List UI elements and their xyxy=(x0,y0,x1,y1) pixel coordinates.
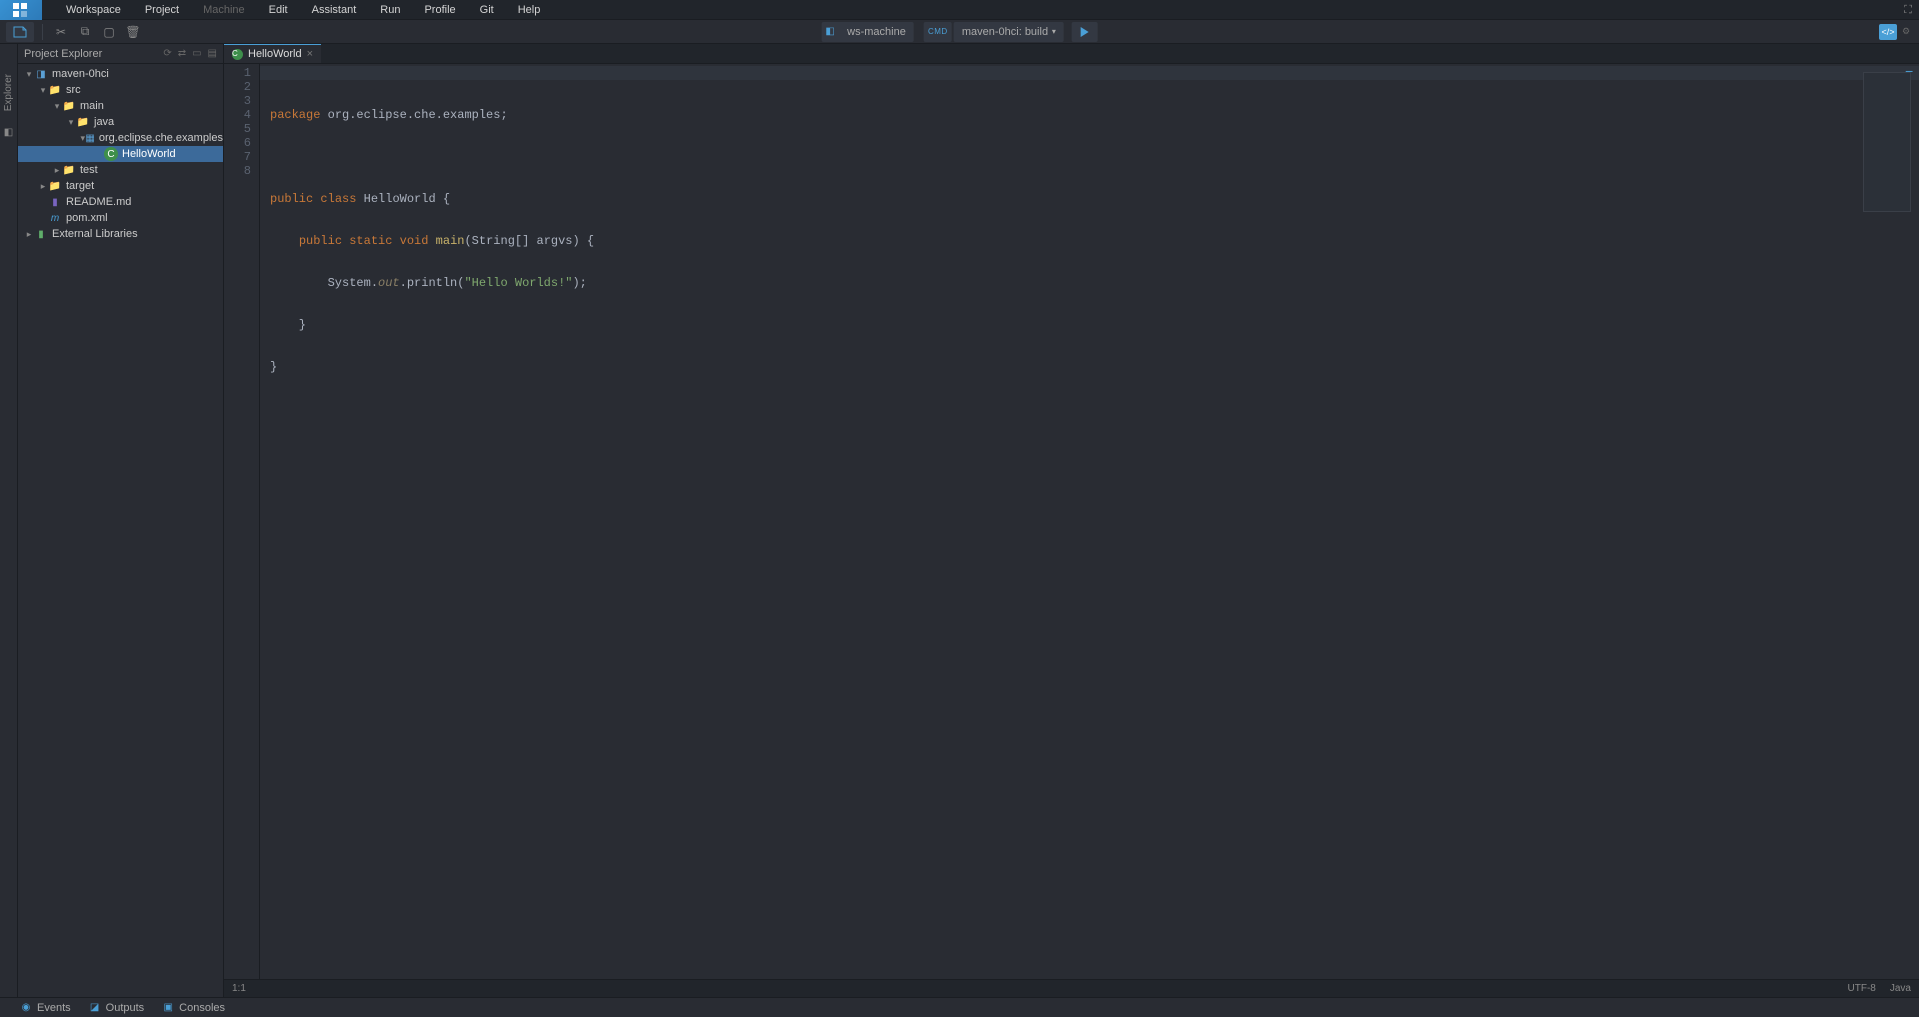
code-editor[interactable]: 12345678 package org.eclipse.che.example… xyxy=(224,64,1919,979)
file-language[interactable]: Java xyxy=(1890,983,1911,994)
tree-label: External Libraries xyxy=(52,228,138,240)
machine-selector[interactable]: ◧ ws-machine xyxy=(821,22,914,42)
perspective-ops-icon[interactable]: ⚙ xyxy=(1897,24,1915,40)
consoles-icon: ▣ xyxy=(162,1002,174,1014)
menu-run[interactable]: Run xyxy=(368,0,412,20)
editor-tabstrip: C HelloWorld × xyxy=(224,44,1919,64)
expand-arrow-icon[interactable]: ▸ xyxy=(52,165,62,176)
file-encoding[interactable]: UTF-8 xyxy=(1848,983,1876,994)
tree-row[interactable]: ▸▮ External Libraries xyxy=(18,226,223,242)
menu-workspace[interactable]: Workspace xyxy=(54,0,133,20)
tree-row[interactable]: ▮ README.md xyxy=(18,194,223,210)
command-selected-label: maven-0hci: build xyxy=(962,26,1048,38)
menu-edit[interactable]: Edit xyxy=(257,0,300,20)
link-editor-icon[interactable]: ⇄ xyxy=(178,48,186,59)
menu-git[interactable]: Git xyxy=(468,0,506,20)
command-selector[interactable]: maven-0hci: build ▾ xyxy=(954,22,1064,42)
bottom-panel-strip: ◉ Events ◪ Outputs ▣ Consoles xyxy=(0,997,1919,1017)
tree-row[interactable]: m pom.xml xyxy=(18,210,223,226)
folder-icon: 📁 xyxy=(62,163,76,177)
expand-arrow-icon[interactable]: ▾ xyxy=(52,101,62,112)
tree-row[interactable]: ▾📁 src xyxy=(18,82,223,98)
machine-icon: ◧ xyxy=(821,22,839,42)
events-icon: ◉ xyxy=(20,1002,32,1014)
cut-icon[interactable]: ✂ xyxy=(51,22,71,42)
tree-label: main xyxy=(80,100,104,112)
explorer-rail-label[interactable]: Explorer xyxy=(3,74,14,111)
perspective-dev-icon[interactable]: </> xyxy=(1879,24,1897,40)
folder-icon: 📁 xyxy=(48,179,62,193)
close-icon[interactable]: × xyxy=(307,48,313,60)
editor-area: C HelloWorld × 12345678 package org.ecli… xyxy=(224,44,1919,997)
expand-arrow-icon[interactable]: ▾ xyxy=(24,69,34,80)
menu-help[interactable]: Help xyxy=(506,0,553,20)
class-icon: C xyxy=(232,49,243,60)
editor-tab-label: HelloWorld xyxy=(248,48,302,60)
menu-assistant[interactable]: Assistant xyxy=(300,0,369,20)
tree-row[interactable]: ▾◨ maven-0hci xyxy=(18,66,223,82)
toolbar: ✂ ⧉ ▢ 🗑 ◧ ws-machine CMD maven-0hci: bui… xyxy=(0,20,1919,44)
fullscreen-toggle-icon[interactable]: ⛶ xyxy=(1897,0,1919,20)
che-logo[interactable] xyxy=(0,0,42,20)
expand-arrow-icon[interactable]: ▾ xyxy=(38,85,48,96)
folder-icon: 📁 xyxy=(62,99,76,113)
paste-icon[interactable]: ▢ xyxy=(99,22,119,42)
tree-label: test xyxy=(80,164,98,176)
menubar: Workspace Project Machine Edit Assistant… xyxy=(0,0,1919,20)
menu-profile[interactable]: Profile xyxy=(412,0,467,20)
machine-name: ws-machine xyxy=(839,26,914,38)
folder-icon: 📁 xyxy=(76,115,90,129)
left-rail: Explorer ◧ xyxy=(0,44,18,997)
cursor-position: 1:1 xyxy=(232,983,246,994)
tree-label: README.md xyxy=(66,196,131,208)
editor-statusbar: 1:1 UTF-8 Java xyxy=(224,979,1919,997)
delete-icon[interactable]: 🗑 xyxy=(123,22,143,42)
current-line-highlight xyxy=(260,66,1919,80)
run-command-button[interactable] xyxy=(1072,22,1098,42)
tree-label: pom.xml xyxy=(66,212,108,224)
menu-project[interactable]: Project xyxy=(133,0,191,20)
tree-row[interactable]: ▾▦org.eclipse.che.examples xyxy=(18,130,223,146)
tree-row[interactable]: ▾📁 main xyxy=(18,98,223,114)
editor-tab-helloworld[interactable]: C HelloWorld × xyxy=(224,43,321,63)
outputs-icon: ◪ xyxy=(89,1002,101,1014)
panel-outputs[interactable]: ◪ Outputs xyxy=(89,1002,145,1014)
panel-events[interactable]: ◉ Events xyxy=(20,1002,71,1014)
rail-icon[interactable]: ◧ xyxy=(4,127,13,138)
tree-label: src xyxy=(66,84,81,96)
xml-icon: m xyxy=(48,211,62,225)
explorer-title: Project Explorer xyxy=(24,48,102,60)
tree-label: org.eclipse.che.examples xyxy=(99,132,223,144)
tree-row[interactable]: ▾📁 java xyxy=(18,114,223,130)
minimap[interactable] xyxy=(1863,72,1911,212)
menu-machine: Machine xyxy=(191,0,257,20)
class-icon: C xyxy=(104,147,118,161)
copy-icon[interactable]: ⧉ xyxy=(75,22,95,42)
code-content[interactable]: package org.eclipse.che.examples; public… xyxy=(260,64,1919,979)
tree-row[interactable]: ▸📁 test xyxy=(18,162,223,178)
md-icon: ▮ xyxy=(48,195,62,209)
folder-icon: 📁 xyxy=(48,83,62,97)
collapse-all-icon[interactable]: ▭ xyxy=(192,48,201,59)
command-badge: CMD xyxy=(924,22,952,42)
tree-label: target xyxy=(66,180,94,192)
tree-row[interactable]: ▸📁 target xyxy=(18,178,223,194)
tree-label: HelloWorld xyxy=(122,148,176,160)
tree-row[interactable]: C HelloWorld xyxy=(18,146,223,162)
chevron-down-icon: ▾ xyxy=(1052,27,1056,36)
panel-consoles[interactable]: ▣ Consoles xyxy=(162,1002,225,1014)
tree-label: maven-0hci xyxy=(52,68,109,80)
explorer-menu-icon[interactable]: ▤ xyxy=(208,48,217,59)
tree-label: java xyxy=(94,116,114,128)
pkg-icon: ▦ xyxy=(85,131,94,145)
project-explorer: Project Explorer ⟳ ⇄ ▭ ▤ ▾◨maven-0hci▾📁s… xyxy=(18,44,224,997)
proj-icon: ◨ xyxy=(34,67,48,81)
expand-arrow-icon[interactable]: ▾ xyxy=(66,117,76,128)
refresh-icon[interactable]: ⟳ xyxy=(163,48,171,59)
expand-arrow-icon[interactable]: ▸ xyxy=(24,229,34,240)
lib-icon: ▮ xyxy=(34,227,48,241)
line-gutter: 12345678 xyxy=(224,64,260,979)
expand-arrow-icon[interactable]: ▸ xyxy=(38,181,48,192)
new-resource-button[interactable] xyxy=(6,22,34,42)
